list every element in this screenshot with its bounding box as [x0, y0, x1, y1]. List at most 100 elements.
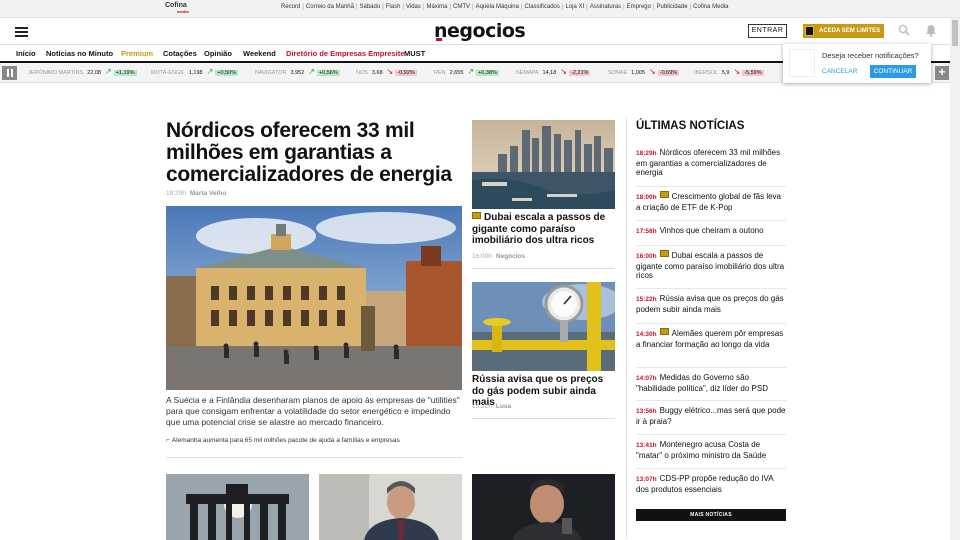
ticker-item[interactable]: SEMAPA 14,18 ↘ -2,21%	[516, 68, 591, 76]
ticker-item[interactable]: NAVIGATOR 3,952 ↗ +0,56%	[255, 68, 340, 76]
network-link[interactable]: Publicidade	[655, 4, 690, 10]
more-news-button[interactable]: MAIS NOTÍCIAS	[636, 509, 786, 521]
network-link[interactable]: Cofina Media	[691, 4, 730, 10]
dubai-article-meta: 16:00h Negócios	[472, 253, 525, 260]
ticker-item[interactable]: SONAE 1,005 ↘ -0,69%	[608, 68, 680, 76]
gas-article-author[interactable]: Lusa	[496, 403, 511, 410]
related-article-text: Alemanha aumenta para 65 mil milhões pac…	[171, 437, 400, 444]
ticker-item[interactable]: JERÓNIMO MARTINS 22,08 ↗ +1,19%	[28, 68, 137, 76]
nav-item[interactable]: Weekend	[243, 49, 276, 58]
search-icon[interactable]	[898, 24, 910, 36]
login-button[interactable]: ENTRAR	[748, 24, 787, 38]
network-links: Record | Correio da Manhã | Sábado | Flash | Vid…	[279, 4, 731, 10]
ticker-value: 5,9	[721, 70, 730, 76]
latest-news-text: Nórdicos oferecem 33 mil milhões em gara…	[636, 148, 781, 177]
ticker-change: -0,92%	[395, 70, 417, 76]
lead-article-title[interactable]: Nórdicos oferecem 33 mil milhões em gara…	[166, 120, 466, 186]
mid-divider-1	[472, 268, 615, 269]
lead-divider	[166, 457, 462, 458]
scrollbar-thumb[interactable]	[952, 20, 958, 46]
arrow-up-icon: ↗	[467, 67, 475, 76]
mid-divider-2	[472, 418, 615, 419]
network-bar: Cofina media Record | Correio da Manhã | Sáb…	[0, 0, 960, 18]
latest-news-divider	[636, 220, 786, 221]
network-link[interactable]: Record	[279, 4, 302, 10]
network-link[interactable]: Emprego	[625, 4, 653, 10]
bell-icon[interactable]	[925, 24, 937, 37]
gallery-icon	[659, 250, 669, 257]
dubai-article-image[interactable]	[472, 120, 615, 209]
network-link[interactable]: Máxima	[424, 4, 449, 10]
cofina-brand-sub: media	[177, 9, 189, 14]
politician-article-image[interactable]	[319, 474, 462, 540]
subscribe-button[interactable]: ACEDA SEM LIMITES	[803, 24, 884, 38]
gas-article-time: 15:22h	[472, 403, 492, 410]
ticker-name: SONAE	[608, 70, 628, 76]
network-link[interactable]: Sábado	[358, 4, 383, 10]
notification-continue-button[interactable]: CONTINUAR	[870, 65, 916, 78]
nav-item[interactable]: Notícias no Minuto	[46, 49, 113, 58]
latest-news-time: 18:00h	[636, 194, 657, 201]
ticker-value: 1,005	[631, 70, 646, 76]
latest-news-item[interactable]: 18:00h Crescimento global de fãs leva a c…	[636, 191, 786, 212]
site-header: negocios ENTRAR ACEDA SEM LIMITES	[0, 18, 960, 45]
latest-news-item[interactable]: 16:00h Dubai escala a passos de gigante c…	[636, 250, 786, 281]
gallery-icon	[659, 328, 669, 335]
network-link[interactable]: Assinaturas	[588, 4, 623, 10]
related-article-link[interactable]: ⌐ Alemanha aumenta para 65 mil milhões pa…	[166, 437, 400, 444]
nav-item[interactable]: Diretório de Empresas Empresite	[286, 49, 404, 58]
dubai-article-title[interactable]: Dubai escala a passos de gigante como pa…	[472, 212, 617, 247]
nav-item[interactable]: Premium	[121, 49, 153, 58]
notification-cancel-button[interactable]: CANCELAR	[822, 68, 857, 75]
pause-icon[interactable]	[2, 66, 17, 80]
related-marker-icon: ⌐	[166, 437, 170, 444]
ticker-item[interactable]: MOTA-ENGIL 1,198 ↗ +0,50%	[151, 68, 239, 76]
ticker-item[interactable]: IBERSOL 5,9 ↘ -5,59%	[694, 68, 764, 76]
notification-logo	[789, 49, 815, 77]
page-scrollbar[interactable]	[950, 18, 960, 540]
latest-news-text: Rússia avisa que os preços do gás podem …	[636, 294, 784, 314]
latest-news-item[interactable]: 13:07h CDS-PP propõe redução do IVA dos p…	[636, 474, 786, 494]
lead-article-image[interactable]	[166, 206, 462, 390]
network-link[interactable]: Classificados	[523, 4, 562, 10]
minister-article-image[interactable]	[472, 474, 615, 540]
ticker-item[interactable]: REN 2,655 ↗ +0,38%	[434, 67, 499, 76]
latest-news-item[interactable]: 14:07h Medidas do Governo são "habilidade…	[636, 373, 786, 393]
ticker-value: 1,198	[188, 70, 203, 76]
menu-icon[interactable]	[15, 27, 28, 37]
dubai-article-author[interactable]: Negócios	[496, 253, 525, 260]
ticker-name: JERÓNIMO MARTINS	[28, 70, 84, 76]
expand-ticker-button[interactable]: +	[935, 66, 949, 80]
site-logo[interactable]: negocios	[434, 20, 526, 42]
network-link[interactable]: CMTV	[451, 4, 472, 10]
gas-article-image[interactable]	[472, 282, 615, 371]
latest-news-divider	[636, 367, 786, 368]
nav-item[interactable]: Início	[16, 49, 36, 58]
lead-article-description: A Suécia e a Finlândia desenharam planos…	[166, 395, 460, 427]
ticker-change: -0,69%	[657, 70, 680, 76]
latest-news-item[interactable]: 13:56h Buggy elétrico...mas será que pode…	[636, 406, 786, 426]
ticker-item[interactable]: NOS 3,68 ↘ -0,92%	[356, 68, 417, 76]
latest-news-time: 13:56h	[636, 408, 657, 415]
subscribe-label: ACEDA SEM LIMITES	[819, 28, 881, 34]
network-link[interactable]: Vidas	[404, 4, 423, 10]
latest-news-item[interactable]: 14:30h Alemães querem pôr empresas a fina…	[636, 328, 786, 349]
network-link[interactable]: Aquela Máquina	[474, 4, 521, 10]
cofina-logo[interactable]: Cofina media	[165, 2, 189, 17]
latest-news-item[interactable]: 13:41h Montenegro acusa Costa de "matar" …	[636, 440, 786, 460]
lead-article-author[interactable]: Marta Velho	[190, 190, 226, 197]
latest-news-item[interactable]: 15:22h Rússia avisa que os preços do gás …	[636, 294, 786, 314]
latest-news-divider	[636, 468, 786, 469]
network-link[interactable]: Correio da Manhã	[304, 4, 356, 10]
nav-item[interactable]: Cotações	[163, 49, 197, 58]
nav-item[interactable]: Opinião	[204, 49, 232, 58]
network-link[interactable]: Flash	[384, 4, 403, 10]
latest-news-time: 14:30h	[636, 331, 657, 338]
notification-prompt: Deseja receber notificações? CANCELAR CO…	[783, 44, 931, 83]
network-link[interactable]: Loja XI	[563, 4, 586, 10]
latest-news-item[interactable]: 18:29h Nórdicos oferecem 33 mil milhões e…	[636, 148, 786, 178]
brandenburg-article-image[interactable]	[166, 474, 309, 540]
nav-item[interactable]: MUST	[404, 49, 425, 58]
latest-news-divider	[636, 245, 786, 246]
latest-news-item[interactable]: 17:58h Vinhos que cheiram a outono	[636, 226, 786, 237]
